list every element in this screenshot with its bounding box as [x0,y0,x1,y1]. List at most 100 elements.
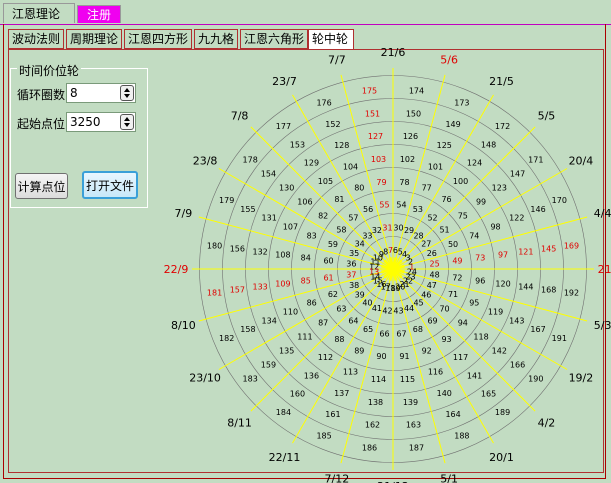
date-label: 7/12 [324,473,349,483]
wheel-number: 151 [365,109,380,118]
wheel-number: 58 [336,225,346,234]
date-label: 22/9 [164,263,189,276]
wheel-number: 117 [453,353,468,362]
wheel-number: 104 [343,162,358,171]
date-label: 19/2 [569,372,594,385]
wheel-number: 78 [399,178,409,187]
wheel-number: 25 [430,260,440,269]
date-label: 7/9 [175,207,193,220]
wheel-number: 189 [495,408,510,417]
wheel-number: 112 [318,353,333,362]
wheel-number: 73 [475,254,485,263]
wheel-number: 115 [400,375,415,384]
wheel-number: 87 [318,319,328,328]
wheel-number: 74 [469,231,479,240]
wheel-number: 109 [275,279,290,288]
wheel-number: 50 [448,240,458,249]
wheel-number: 148 [481,140,496,149]
wheel-number: 103 [371,155,386,164]
wheel-number: 154 [261,169,276,178]
wheel-number: 127 [368,132,383,141]
wheel-number: 110 [283,307,298,316]
wheel-number: 152 [325,120,340,129]
wheel-number: 27 [421,239,431,248]
wheel-number: 31 [382,223,392,232]
wheel-number: 96 [475,276,485,285]
wheel-number: 30 [393,223,403,232]
date-label: 5/5 [538,110,556,123]
date-label: 20/1 [489,451,514,464]
wheel-number: 188 [454,431,469,440]
wheel-number: 29 [404,226,414,235]
wheel-number: 144 [518,282,533,291]
wheel-number: 141 [467,371,482,380]
wheel-number: 45 [413,298,423,307]
wheel-number: 118 [473,333,488,342]
wheel-number: 105 [318,177,333,186]
date-label: 7/8 [231,110,249,123]
wheel-number: 122 [509,214,524,223]
wheel-number: 70 [439,305,449,314]
wheel-number: 177 [276,122,291,131]
wheel-number: 90 [376,352,386,361]
wheel-number: 5 [398,247,403,256]
wheel-number: 97 [498,251,508,260]
wheel-number: 114 [371,375,386,384]
wheel-number: 166 [510,361,525,370]
wheel-number: 72 [452,273,462,282]
wheel-number: 93 [441,335,451,344]
wheel-number: 150 [406,109,421,118]
wheel-number: 101 [428,162,443,171]
wheel-number: 124 [467,159,482,168]
wheel-number: 47 [427,281,437,290]
wheel-number: 89 [354,346,364,355]
wheel-number: 61 [323,273,333,282]
wheel-number: 60 [323,257,333,266]
date-label: 5/6 [440,53,458,66]
wheel-number: 169 [564,242,579,251]
wheel-number: 168 [541,285,556,294]
date-label: 5/3 [594,319,611,332]
wheel-number: 171 [528,155,543,164]
wheel-number: 92 [422,346,432,355]
date-label: 4/2 [538,416,556,429]
wheel-number: 185 [316,431,331,440]
wheel-number: 55 [379,201,389,210]
wheel-number: 174 [409,87,424,96]
wheel-number: 138 [368,398,383,407]
wheel-number: 184 [276,408,291,417]
wheel-number: 99 [476,197,486,206]
wheel-number: 91 [399,352,409,361]
date-label: 5/1 [440,473,458,483]
wheel-number: 176 [316,99,331,108]
wheel-number: 158 [240,325,255,334]
wheel-number: 84 [301,254,311,263]
wheel-number: 83 [307,231,317,240]
wheel-number: 183 [243,375,258,384]
wheel-number: 157 [230,285,245,294]
wheel-number: 116 [428,368,443,377]
wheel-number: 38 [349,281,359,290]
wheel-number: 6 [393,246,398,255]
wheel-number: 121 [518,248,533,257]
wheel-number: 62 [328,290,338,299]
wheel-number: 182 [219,334,234,343]
date-label: 20/4 [569,155,594,168]
wheel-number: 98 [490,223,500,232]
wheel-number: 131 [262,214,277,223]
wheel-number: 34 [355,239,365,248]
wheel-number: 140 [437,389,452,398]
wheel-number: 75 [458,211,468,220]
wheel-spoke [250,268,394,412]
wheel-number: 190 [528,375,543,384]
wheel-number: 113 [343,368,358,377]
wheel-number: 192 [564,288,579,297]
wheel-number: 46 [421,291,431,300]
date-label: 23/8 [193,155,218,168]
wheel-number: 88 [334,335,344,344]
wheel-number: 53 [413,205,423,214]
wheel-number: 153 [290,140,305,149]
wheel-number: 111 [297,333,312,342]
wheel-number: 160 [290,390,305,399]
wheel-number: 26 [427,249,437,258]
